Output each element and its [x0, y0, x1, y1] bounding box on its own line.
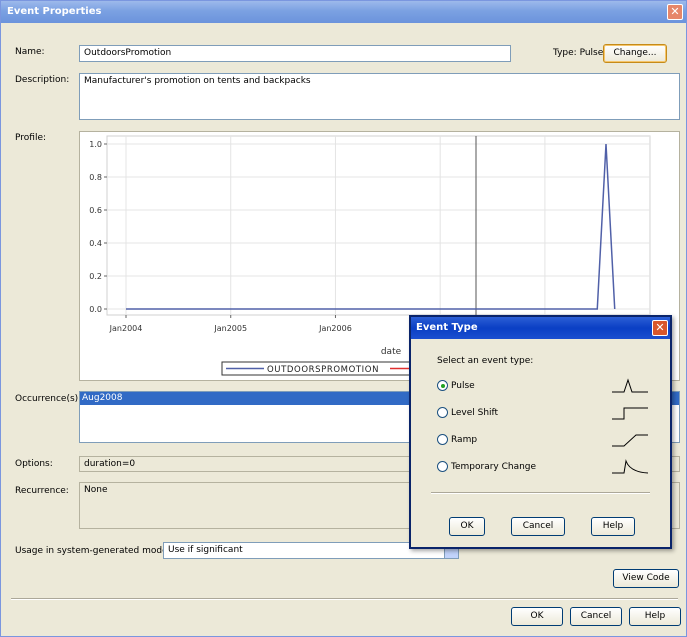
radio-ramp[interactable]: Ramp	[437, 433, 657, 447]
dialog-prompt: Select an event type:	[437, 356, 534, 366]
view-code-button[interactable]: View Code	[613, 569, 679, 588]
window-close-icon[interactable]: ✕	[667, 4, 683, 20]
dialog-divider	[431, 492, 650, 494]
radio-pulse[interactable]: Pulse	[437, 378, 657, 393]
radio-button[interactable]	[437, 434, 448, 445]
radio-button[interactable]	[437, 461, 448, 472]
options-label: Options:	[15, 459, 53, 469]
dialog-titlebar: Event Type	[411, 317, 670, 339]
profile-label: Profile:	[15, 133, 47, 143]
plot-area	[106, 135, 651, 316]
dialog-help-button[interactable]: Help	[591, 517, 635, 536]
usage-select-value: Use if significant	[168, 545, 243, 555]
radio-label: Pulse	[451, 381, 475, 391]
y-tick-label: 0.2	[89, 272, 102, 281]
y-tick-label: 0.8	[89, 173, 102, 182]
window-title: Event Properties	[7, 6, 102, 17]
temporary-change-shape-icon	[612, 459, 648, 474]
radio-button[interactable]	[437, 380, 448, 391]
footer-divider	[11, 598, 678, 600]
ramp-shape-icon	[612, 434, 648, 447]
window-titlebar: Event Properties	[1, 1, 686, 23]
cancel-button[interactable]: Cancel	[570, 607, 622, 626]
recurrence-label: Recurrence:	[15, 486, 69, 496]
change-type-button[interactable]: Change...	[603, 44, 667, 63]
x-axis-label: date	[381, 347, 402, 357]
radio-label: Level Shift	[451, 408, 499, 418]
description-label: Description:	[15, 75, 70, 85]
y-tick-label: 0.4	[89, 239, 102, 248]
y-tick-label: 1.0	[89, 140, 102, 149]
name-label: Name:	[15, 47, 45, 57]
legend-label: OUTDOORSPROMOTION	[267, 365, 379, 375]
radio-level-shift[interactable]: Level Shift	[437, 406, 657, 420]
level-shift-shape-icon	[612, 407, 648, 420]
ok-button[interactable]: OK	[511, 607, 563, 626]
dialog-close-icon[interactable]: ✕	[652, 320, 668, 336]
occurrences-label: Occurrence(s):	[15, 394, 82, 404]
radio-temporary-change[interactable]: Temporary Change	[437, 459, 657, 474]
radio-selected-dot	[441, 384, 445, 388]
description-textarea[interactable]: Manufacturer's promotion on tents and ba…	[79, 73, 680, 120]
radio-label: Temporary Change	[451, 462, 537, 472]
usage-label: Usage in system-generated models:	[15, 546, 178, 556]
x-tick-label: Jan2006	[318, 324, 352, 333]
dialog-title: Event Type	[416, 322, 478, 333]
dialog-cancel-button[interactable]: Cancel	[511, 517, 565, 536]
radio-label: Ramp	[451, 435, 478, 445]
pulse-shape-icon	[612, 378, 648, 393]
x-tick-label: Jan2005	[213, 324, 247, 333]
dialog-ok-button[interactable]: OK	[449, 517, 485, 536]
y-tick-label: 0.0	[89, 305, 102, 314]
name-input[interactable]: OutdoorsPromotion	[79, 45, 511, 62]
radio-button[interactable]	[437, 407, 448, 418]
help-button[interactable]: Help	[629, 607, 681, 626]
event-type-dialog: Event Type ✕ Select an event type: Pulse…	[409, 315, 672, 549]
type-label: Type: Pulse	[553, 48, 604, 58]
y-tick-label: 0.6	[89, 206, 102, 215]
x-tick-label: Jan2004	[109, 324, 143, 333]
